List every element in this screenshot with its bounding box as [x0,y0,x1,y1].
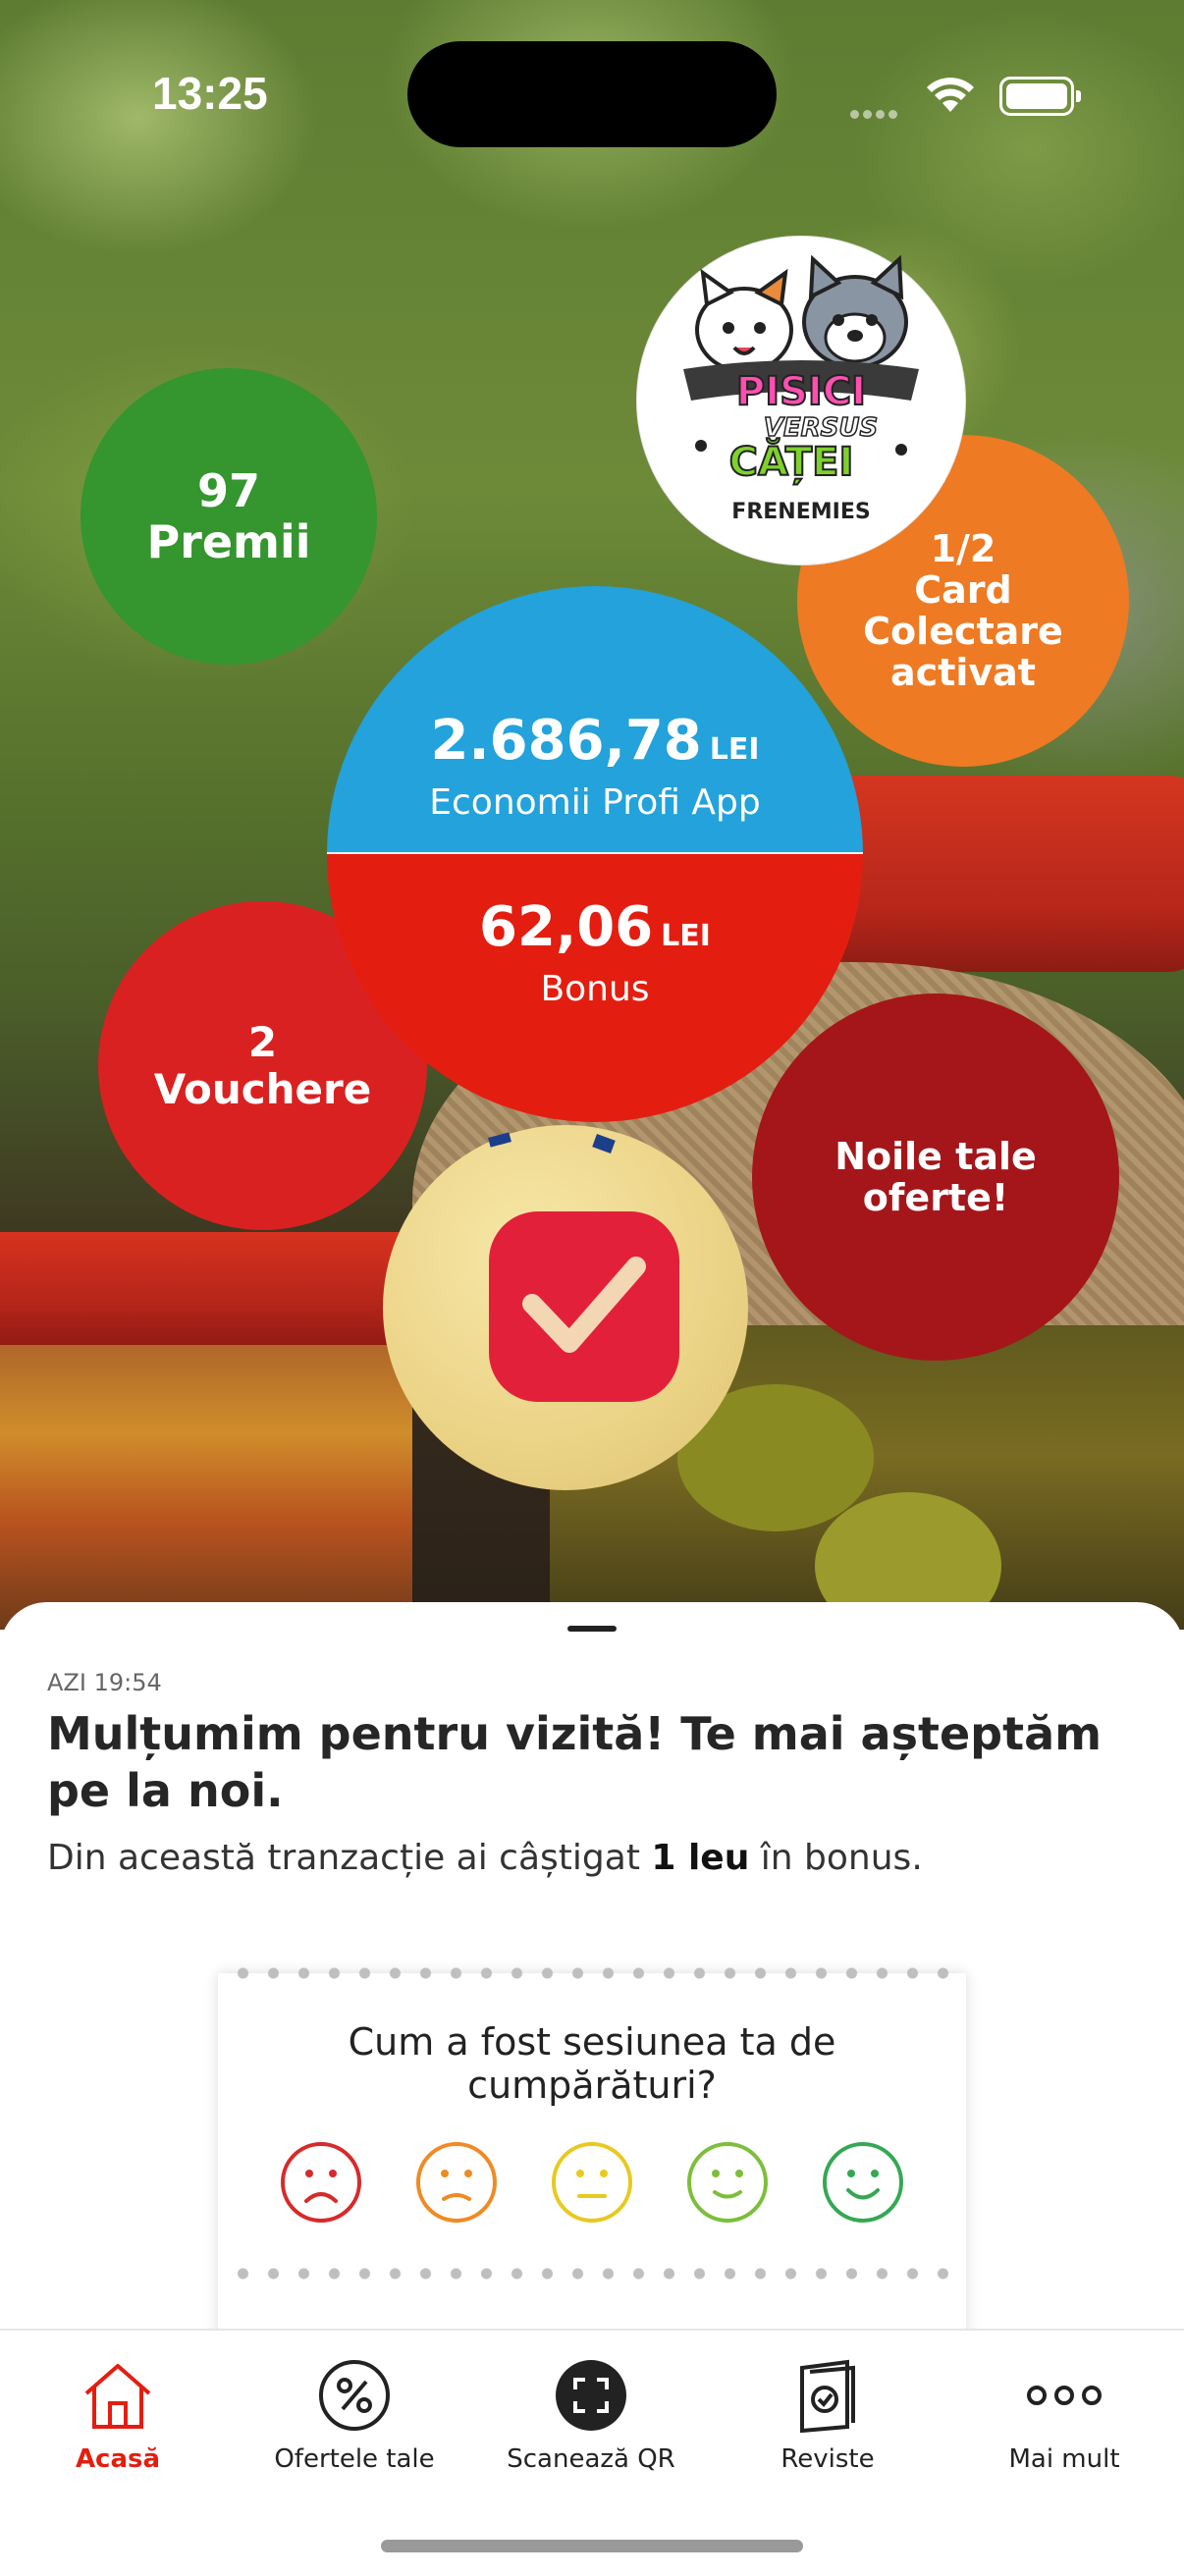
card-line2: Colectare [863,610,1063,653]
svg-text:CĂȚEI: CĂȚEI [729,437,854,485]
tab-label: Ofertele tale [274,2444,435,2474]
feedback-card: Cum a fost sesiunea ta de cumpărături? [218,1967,966,2366]
premii-count: 97 [196,464,260,517]
bonus-label: Bonus [540,969,650,1009]
qr-scan-icon [473,2352,709,2439]
tab-label: Mai mult [1008,2444,1120,2474]
sad-face-icon[interactable] [414,2140,499,2225]
wifi-icon [925,75,976,118]
very-sad-face-icon[interactable] [279,2140,363,2225]
tab-ofertele-tale[interactable]: Ofertele tale [237,2352,472,2474]
savings-amount: 2.686,78 LEI [430,709,760,773]
tab-label: Scanează QR [507,2444,675,2474]
feedback-question: Cum a fost sesiunea ta de cumpărături? [348,2020,836,2107]
percent-icon [237,2352,472,2439]
offers-line2: oferte! [862,1176,1009,1219]
message-body: Din această tranzacție ai câștigat 1 leu… [47,1838,923,1878]
card-line1: Card [914,568,1012,612]
tab-reviste[interactable]: Reviste [710,2352,945,2474]
rating-faces [218,2140,966,2225]
tab-acasa[interactable]: Acasă [0,2352,236,2474]
home-icon [0,2352,236,2439]
offers-line1: Noile tale [834,1135,1037,1178]
pisici-vs-catei-campaign-bubble[interactable]: PISICI VERSUS CĂȚEI FRENEMIES [636,236,966,565]
svg-text:PISICI: PISICI [736,369,866,414]
checkmark-icon [489,1211,679,1402]
card-line3: activat [890,651,1036,694]
battery-icon [999,77,1081,116]
tab-scaneaza-qr[interactable]: Scanează QR [473,2352,709,2474]
magazine-icon [710,2352,945,2439]
cellular-signal-icon [850,104,901,123]
bonus-section[interactable]: 62,06 LEI Bonus [327,854,863,1122]
savings-label: Economii Profi App [429,782,761,823]
savings-section[interactable]: 2.686,78 LEI Economii Profi App [327,586,863,854]
bonus-amount: 62,06 LEI [479,895,711,959]
svg-text:VERSUS: VERSUS [764,413,878,443]
status-time: 13:25 [152,68,268,119]
neutral-face-icon[interactable] [550,2140,634,2225]
premii-label: Premii [146,515,311,568]
happy-face-icon[interactable] [685,2140,770,2225]
balance-bubble[interactable]: 2.686,78 LEI Economii Profi App 62,06 LEI … [327,586,863,1122]
tab-label: Acasă [75,2444,161,2474]
dynamic-island [407,41,777,147]
tab-label: Reviste [780,2444,875,2474]
home-indicator[interactable] [381,2540,803,2552]
very-happy-face-icon[interactable] [821,2140,905,2225]
message-time: AZI 19:54 [47,1669,162,1696]
checkin-bubble[interactable] [383,1125,748,1490]
campaign-logo-icon: PISICI VERSUS CĂȚEI FRENEMIES [683,254,919,524]
sheet-drag-handle[interactable] [567,1626,617,1632]
message-title: Mulțumim pentru vizită! Te mai așteptăm … [47,1707,1103,1817]
more-icon [946,2352,1182,2439]
svg-text:FRENEMIES: FRENEMIES [731,500,870,524]
tab-mai-mult[interactable]: Mai mult [946,2352,1182,2474]
vouchers-count: 2 [247,1017,278,1066]
